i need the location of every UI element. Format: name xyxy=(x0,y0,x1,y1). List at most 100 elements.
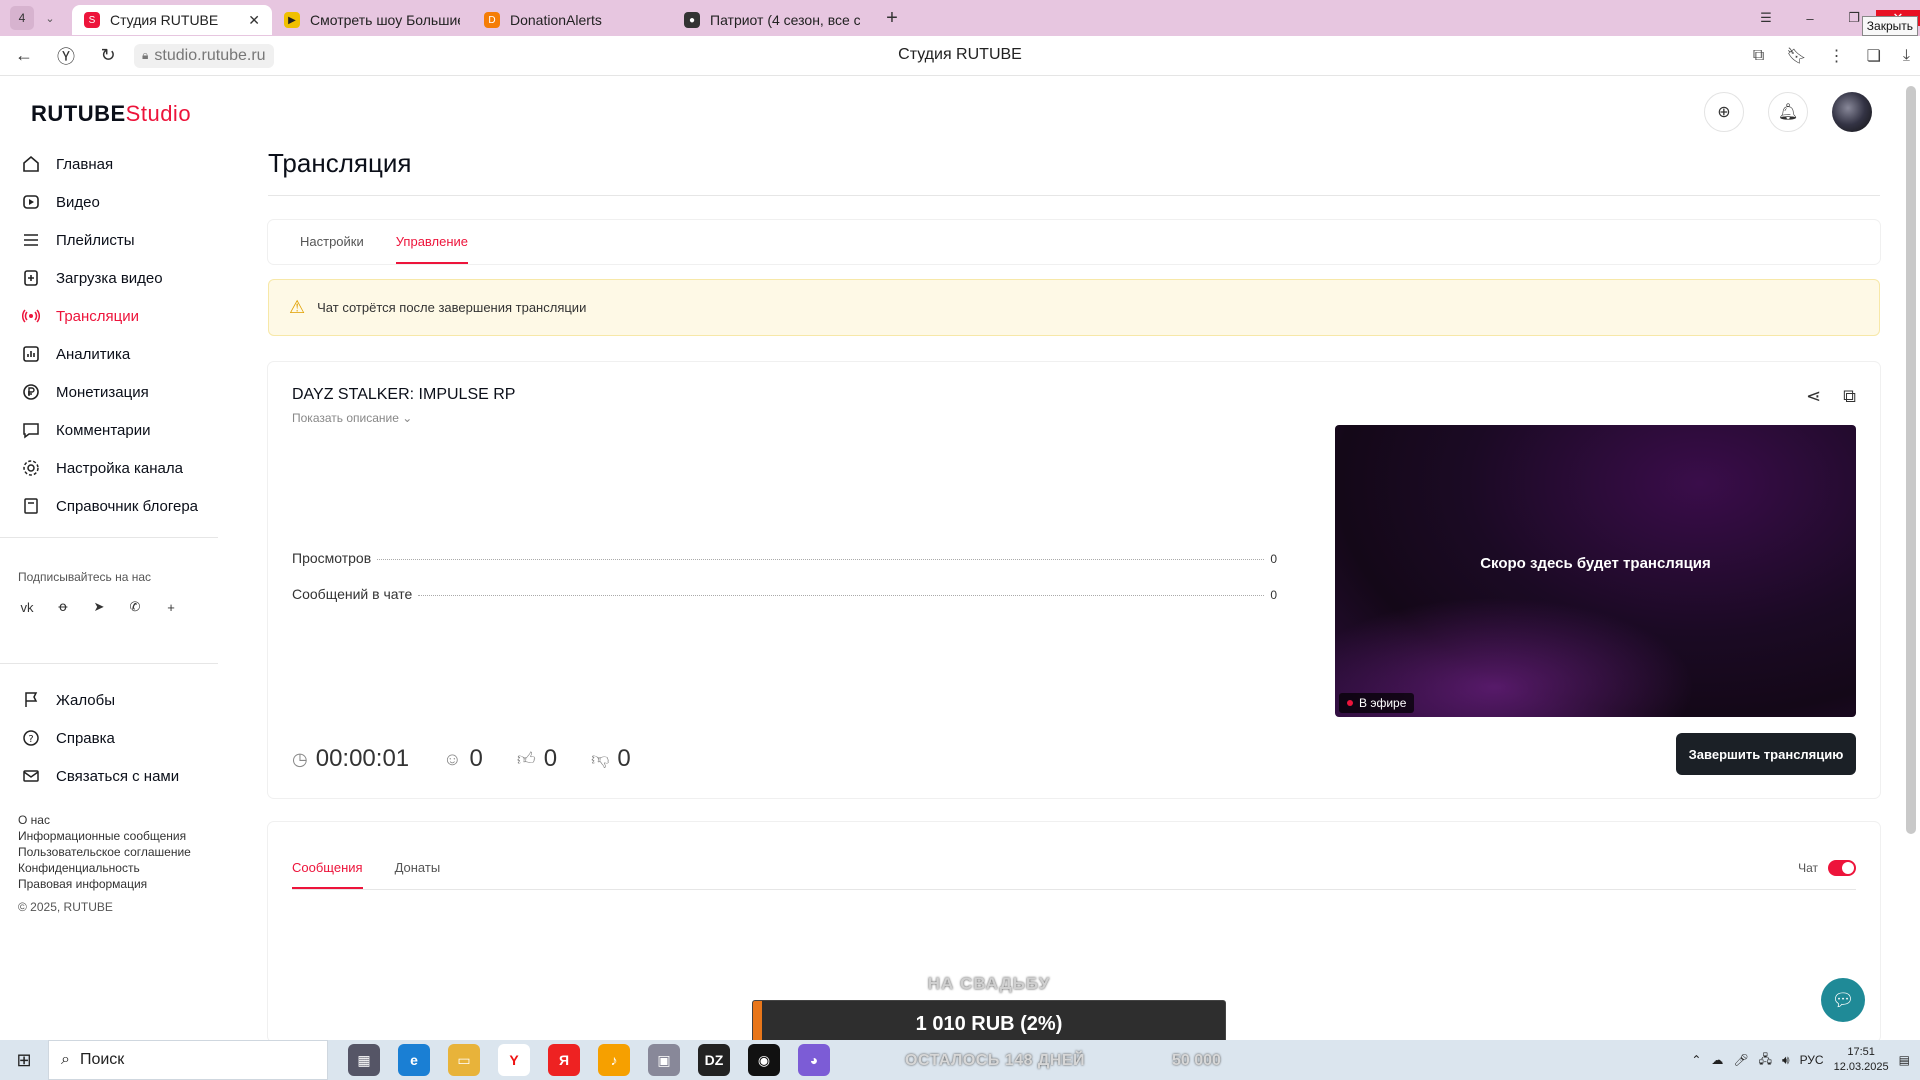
sidebar-item-label: Трансляции xyxy=(56,307,140,325)
share-icon[interactable]: ⋖ xyxy=(1806,386,1821,407)
tab-count-badge[interactable]: 4 xyxy=(10,6,34,30)
dislikes-counter: 👎︎ 0 xyxy=(591,745,631,773)
edge-icon[interactable]: e xyxy=(398,1044,430,1076)
chat-switch[interactable] xyxy=(1828,860,1856,876)
volume-icon[interactable]: 🔊︎ xyxy=(1782,1053,1790,1068)
cloud-icon[interactable]: ☁ xyxy=(1711,1053,1723,1067)
sidebar-item-home[interactable]: Главная xyxy=(0,145,218,183)
upload-icon xyxy=(22,269,40,287)
page-scrollbar[interactable] xyxy=(1906,86,1916,834)
show-description-link[interactable]: Показать описание ⌄ xyxy=(292,411,412,425)
footer-link-terms[interactable]: Пользовательское соглашение xyxy=(18,844,191,860)
external-link-icon[interactable]: ⧉ xyxy=(1843,386,1856,407)
sidebar-item-contact[interactable]: Связаться с нами xyxy=(0,757,218,795)
taskbar-clock[interactable]: 17:51 12.03.2025 xyxy=(1834,1045,1889,1075)
obs-icon[interactable]: ◉ xyxy=(748,1044,780,1076)
footer-link-legal[interactable]: Правовая информация xyxy=(18,876,191,892)
tab-management[interactable]: Управление xyxy=(395,234,469,264)
search-placeholder: Поиск xyxy=(79,1051,125,1068)
microphone-icon[interactable]: 🎤︎ xyxy=(1733,1053,1748,1067)
sidebar-item-broadcasts[interactable]: Трансляции xyxy=(0,297,218,335)
task-view-icon[interactable]: ▦ xyxy=(348,1044,380,1076)
sidebar-item-label: Аналитика xyxy=(56,345,131,363)
back-arrow-icon[interactable]: ← xyxy=(6,38,42,74)
translate-icon[interactable]: ⧉ xyxy=(1753,47,1764,65)
sidebar-item-monetization[interactable]: Монетизация xyxy=(0,373,218,411)
taskbar-search[interactable]: ⌕ Поиск xyxy=(48,1040,328,1080)
yandex-browser-icon[interactable]: Y xyxy=(498,1044,530,1076)
sidebar-item-upload[interactable]: Загрузка видео xyxy=(0,259,218,297)
sidebar-item-channel-settings[interactable]: Настройка канала xyxy=(0,449,218,487)
stream-player[interactable]: Скоро здесь будет трансляция В эфире xyxy=(1335,425,1856,717)
footer-link-about[interactable]: О нас xyxy=(18,812,191,828)
discord-icon[interactable]: ◕ xyxy=(798,1044,830,1076)
yandex-icon[interactable]: Я xyxy=(548,1044,580,1076)
browser-tab-show[interactable]: ▶ Смотреть шоу Большие д xyxy=(272,5,472,35)
end-stream-button[interactable]: Завершить трансляцию xyxy=(1676,733,1856,775)
yandex-icon[interactable]: Ⓨ xyxy=(48,38,84,74)
minimize-icon[interactable]: – xyxy=(1788,11,1832,26)
create-button[interactable]: ⊕ xyxy=(1704,92,1744,132)
browser-tab-rutube[interactable]: S Студия RUTUBE ✕ xyxy=(72,5,272,35)
rutube-studio-logo[interactable]: RUTUBEStudio xyxy=(31,101,191,127)
telegram-icon[interactable]: ➤ xyxy=(90,598,108,616)
network-icon[interactable]: 🖧 xyxy=(1759,1050,1772,1071)
sidebar-item-blogger-guide[interactable]: Справочник блогера xyxy=(0,487,218,525)
thumbs-up-icon: 👍︎ xyxy=(516,749,536,769)
folder-icon[interactable]: ▭ xyxy=(448,1044,480,1076)
tray-chevron-icon[interactable]: ⌃ xyxy=(1691,1053,1701,1067)
logo-studio-text: Studio xyxy=(125,101,192,126)
support-chat-button[interactable]: 💬︎ xyxy=(1821,978,1865,1022)
language-indicator[interactable]: РУС xyxy=(1800,1053,1824,1067)
tab-list-chevron-icon[interactable]: ⌄ xyxy=(38,6,62,30)
search-icon: ⌕ xyxy=(61,1051,70,1068)
tab-close-icon[interactable]: ✕ xyxy=(248,12,260,29)
notification-center-icon[interactable]: ▤ xyxy=(1899,1053,1910,1067)
chat-tabs: Сообщения Донаты xyxy=(292,860,440,889)
donationalerts-favicon-icon: D xyxy=(484,12,500,28)
browser-tab-bar: 4 ⌄ S Студия RUTUBE ✕ ▶ Смотреть шоу Бол… xyxy=(0,0,1920,36)
footer-link-info[interactable]: Информационные сообщения xyxy=(18,828,191,844)
tab-donations[interactable]: Донаты xyxy=(395,860,441,889)
plus-icon[interactable]: + xyxy=(162,598,180,616)
reload-icon[interactable]: ↻ xyxy=(90,38,126,74)
chat-tabs-divider xyxy=(292,889,1856,890)
sidebar-item-comments[interactable]: Комментарии xyxy=(0,411,218,449)
sidebar-item-video[interactable]: Видео xyxy=(0,183,218,221)
follow-label: Подписывайтесь на нас xyxy=(18,570,152,584)
viber-icon[interactable]: ✆ xyxy=(126,598,144,616)
browser-tab-donationalerts[interactable]: D DonationAlerts xyxy=(472,5,672,35)
windows-start-icon[interactable]: ⊞ xyxy=(0,1040,48,1080)
footer-link-privacy[interactable]: Конфиденциальность xyxy=(18,860,191,876)
sidebar-item-help[interactable]: ? Справка xyxy=(0,719,218,757)
tab-title: DonationAlerts xyxy=(510,12,602,28)
sidebar-item-playlists[interactable]: Плейлисты xyxy=(0,221,218,259)
stat-dots xyxy=(377,559,1265,560)
bookmark-icon[interactable]: 🔖︎ xyxy=(1786,46,1806,66)
browser-tab-patriot[interactable]: ● Патриот (4 сезон, все сер xyxy=(672,5,872,35)
chat-toggle[interactable]: Чат xyxy=(1798,860,1856,876)
sidebar-item-label: Главная xyxy=(56,155,114,173)
viewers-counter: ☺ 0 xyxy=(443,745,483,773)
stat-views: Просмотров 0 xyxy=(292,550,1277,566)
new-tab-button[interactable]: + xyxy=(880,6,904,30)
url-field[interactable]: 🔒︎ studio.rutube.ru xyxy=(134,43,274,68)
tab-settings[interactable]: Настройки xyxy=(300,234,364,264)
download-icon[interactable]: ⤓ xyxy=(1903,47,1910,65)
ok-icon[interactable]: ꝋ xyxy=(54,598,72,616)
copyright: © 2025, RUTUBE xyxy=(18,900,113,914)
clock-time: 17:51 xyxy=(1847,1046,1875,1058)
vk-icon[interactable]: vk xyxy=(18,598,36,616)
sidebar-item-complaints[interactable]: Жалобы xyxy=(0,681,218,719)
tab-messages[interactable]: Сообщения xyxy=(292,860,363,889)
music-icon[interactable]: ♪ xyxy=(598,1044,630,1076)
dayz-icon[interactable]: DZ xyxy=(698,1044,730,1076)
notifications-button[interactable]: 🔔︎ xyxy=(1768,92,1808,132)
app-window-icon[interactable]: ▣ xyxy=(648,1044,680,1076)
more-icon[interactable]: ⋮ xyxy=(1829,46,1845,66)
collections-icon[interactable]: ❏ xyxy=(1867,46,1881,66)
menu-icon[interactable]: ☰ xyxy=(1744,10,1788,26)
sidebar-item-label: Загрузка видео xyxy=(56,269,163,287)
avatar[interactable] xyxy=(1832,92,1872,132)
sidebar-item-analytics[interactable]: Аналитика xyxy=(0,335,218,373)
